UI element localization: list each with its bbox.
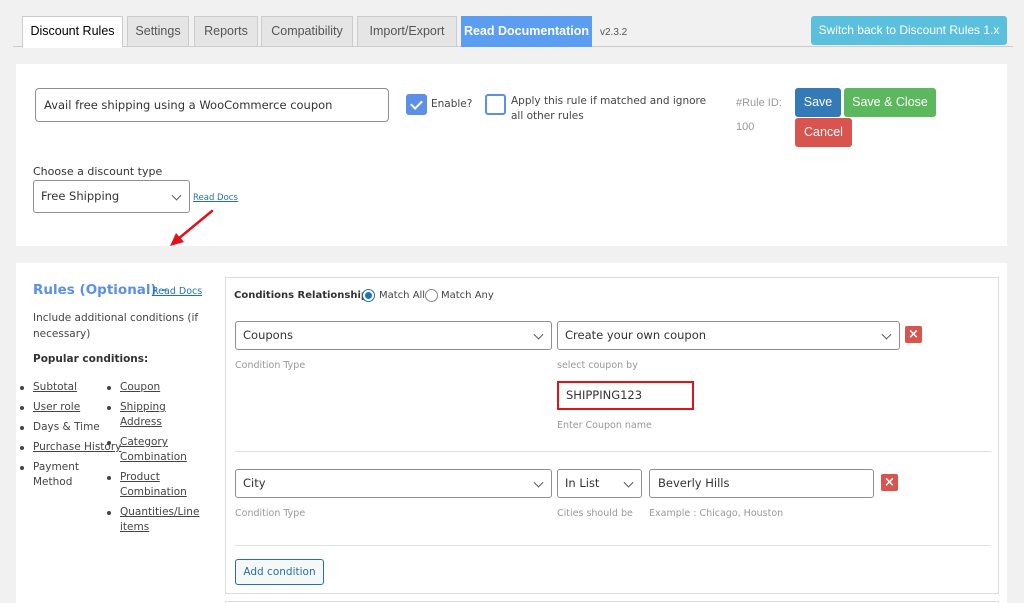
condition-1-operator-select[interactable]: Create your own coupon — [557, 321, 900, 350]
list-item: Payment Method — [19, 460, 89, 490]
match-any-label: Match Any — [441, 290, 494, 301]
discount-type-value: Free Shipping — [41, 189, 120, 203]
add-condition-button[interactable]: Add condition — [235, 559, 324, 585]
rule-title-input[interactable]: Avail free shipping using a WooCommerce … — [35, 88, 389, 122]
popular-condition-coupon-link[interactable]: Coupon — [120, 381, 160, 393]
condition-1-operator-helper: select coupon by — [557, 360, 638, 371]
conditions-box: Conditions Relationship Match All Match … — [225, 277, 999, 594]
conditions-relationship-label: Conditions Relationship — [234, 290, 369, 301]
version-label: v2.3.2 — [600, 27, 628, 38]
condition-2-operator-select[interactable]: In List — [557, 469, 642, 498]
discount-type-label: Choose a discount type — [33, 165, 163, 178]
condition-2-type-value: City — [243, 476, 266, 490]
popular-condition-payment-method: Payment Method — [33, 461, 79, 488]
rules-read-docs-link[interactable]: Read Docs — [152, 286, 202, 297]
popular-condition-user-role-link[interactable]: User role — [33, 401, 80, 413]
popular-condition-days-time: Days & Time — [33, 421, 100, 433]
tab-reports[interactable]: Reports — [194, 16, 258, 47]
condition-1-remove-button[interactable]: × — [905, 326, 922, 343]
condition-2-operator-value: In List — [565, 476, 600, 490]
condition-divider — [235, 545, 991, 546]
rules-panel: Rules (Optional) - Read Docs Include add… — [16, 263, 1007, 603]
condition-2-operator-helper: Cities should be — [557, 508, 633, 519]
chevron-down-icon — [881, 329, 892, 340]
cancel-button[interactable]: Cancel — [795, 118, 852, 147]
tab-import-export[interactable]: Import/Export — [357, 16, 457, 47]
list-item: Shipping Address — [106, 400, 174, 430]
rule-settings-panel: Avail free shipping using a WooCommerce … — [16, 64, 1007, 246]
popular-condition-category-combination-link[interactable]: Category Combination — [120, 436, 187, 463]
chevron-down-icon — [171, 190, 182, 201]
rule-id-value: 100 — [736, 121, 755, 133]
tab-compatibility[interactable]: Compatibility — [261, 16, 353, 47]
tab-discount-rules[interactable]: Discount Rules — [22, 16, 123, 48]
condition-divider — [235, 451, 991, 452]
chevron-down-icon — [533, 329, 544, 340]
popular-condition-quantities-link[interactable]: Quantities/Line items — [120, 506, 199, 533]
match-any-radio[interactable] — [425, 289, 438, 302]
enable-checkbox[interactable] — [406, 94, 427, 115]
list-item: Coupon — [106, 380, 206, 395]
condition-2-type-select[interactable]: City — [235, 469, 552, 498]
list-item: Product Combination — [106, 470, 194, 500]
tab-read-documentation[interactable]: Read Documentation — [461, 16, 592, 47]
popular-condition-product-combination-link[interactable]: Product Combination — [120, 471, 187, 498]
rules-description: Include additional conditions (if necess… — [33, 312, 199, 340]
condition-1-type-value: Coupons — [243, 328, 293, 342]
list-item: Quantities/Line items — [106, 505, 202, 535]
city-value-input[interactable]: Beverly Hills — [649, 469, 874, 498]
red-arrow-annotation-icon — [170, 209, 214, 246]
popular-condition-shipping-address-link[interactable]: Shipping Address — [120, 401, 166, 428]
chevron-down-icon — [533, 477, 544, 488]
match-all-radio[interactable] — [362, 289, 375, 302]
chevron-down-icon — [623, 477, 634, 488]
match-all-label: Match All — [379, 290, 426, 301]
save-close-button[interactable]: Save & Close — [844, 88, 936, 117]
list-item: Category Combination — [106, 435, 194, 465]
rules-title: Rules (Optional) - — [33, 282, 167, 298]
apply-exclusive-checkbox[interactable] — [485, 94, 506, 115]
popular-condition-subtotal-link[interactable]: Subtotal — [33, 381, 77, 393]
condition-1-type-select[interactable]: Coupons — [235, 321, 552, 350]
tab-settings[interactable]: Settings — [127, 16, 189, 47]
condition-2-type-helper: Condition Type — [235, 508, 306, 519]
enable-label: Enable? — [431, 98, 473, 110]
condition-2-remove-button[interactable]: × — [881, 474, 898, 491]
rule-id-label: #Rule ID: — [736, 97, 782, 109]
popular-conditions-right: Coupon Shipping Address Category Combina… — [106, 380, 206, 540]
condition-1-type-helper: Condition Type — [235, 360, 306, 371]
coupon-name-input[interactable]: SHIPPING123 — [557, 381, 694, 410]
city-value-helper: Example : Chicago, Houston — [649, 508, 784, 519]
condition-1-operator-value: Create your own coupon — [565, 328, 707, 342]
apply-exclusive-label: Apply this rule if matched and ignore al… — [511, 95, 707, 122]
switch-back-button[interactable]: Switch back to Discount Rules 1.x — [811, 16, 1007, 45]
save-button[interactable]: Save — [795, 88, 841, 117]
coupon-name-helper: Enter Coupon name — [557, 420, 652, 431]
discount-type-read-docs-link[interactable]: Read Docs — [193, 193, 238, 203]
popular-conditions-label: Popular conditions: — [33, 353, 149, 365]
rules-title-text: Rules (Optional) — [33, 282, 157, 298]
